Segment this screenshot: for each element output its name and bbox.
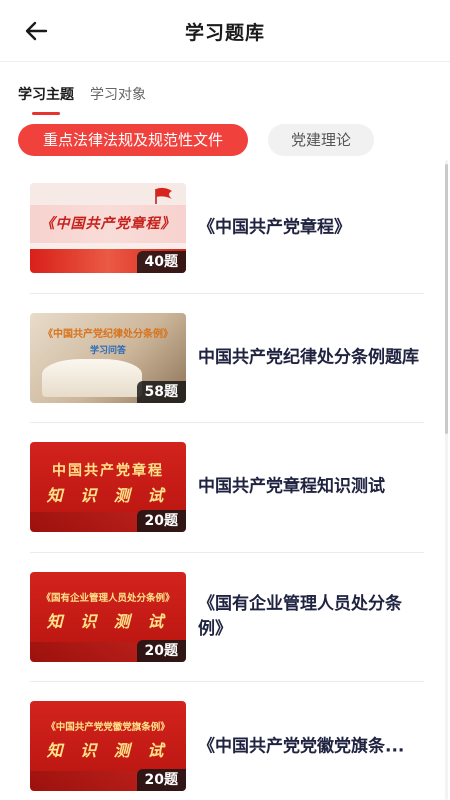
item-thumbnail: 《中国共产党党徽党旗条例》 知 识 测 试 20题 [30,701,186,791]
item-title: 中国共产党纪律处分条例题库 [198,347,419,368]
question-bank-list: 《中国共产党章程》 40题 《中国共产党章程》 《中国共产党纪律处分条例》 学习… [30,164,424,800]
list-item[interactable]: 《中国共产党章程》 40题 《中国共产党章程》 [30,164,424,294]
page-title: 学习题库 [184,22,265,44]
thumbnail-caption: 《中国共产党章程》 [40,216,176,232]
tab-study-target[interactable]: 学习对象 [90,84,146,104]
question-count-badge: 20题 [136,769,186,791]
tab-study-topic[interactable]: 学习主题 [18,84,74,104]
question-count-badge: 40题 [136,251,186,273]
thumbnail-subcaption: 知 识 测 试 [46,486,170,505]
list-item[interactable]: 《中国共产党纪律处分条例》 学习问答 58题 中国共产党纪律处分条例题库 [30,294,424,423]
item-title: 《中国共产党党徽党旗条... [198,736,405,757]
thumbnail-subcaption: 学习问答 [89,345,126,356]
thumbnail-subcaption: 知 识 测 试 [46,741,170,760]
thumbnail-subcaption: 知 识 测 试 [46,611,170,631]
thumbnail-caption: 《国有企业管理人员处分条例》 [41,592,175,604]
scrollbar[interactable] [445,160,448,800]
thumbnail-caption: 《中国共产党党徽党旗条例》 [46,722,170,733]
item-title: 《中国共产党章程》 [198,217,351,238]
question-count-badge: 20题 [136,510,186,532]
flag-icon [155,187,172,204]
item-title: 中国共产党章程知识测试 [198,476,385,497]
thumbnail-caption: 中国共产党章程 [52,463,164,479]
book-image [42,358,142,397]
item-title: 《国有企业管理人员处分条例》 [198,593,402,639]
thumbnail-caption: 《中国共产党纪律处分条例》 [43,328,173,340]
item-thumbnail: 《国有企业管理人员处分条例》 知 识 测 试 20题 [30,571,186,662]
question-count-badge: 58题 [136,380,186,403]
scrollbar-thumb[interactable] [445,164,448,434]
active-tab-indicator [32,112,60,115]
list-item[interactable]: 《国有企业管理人员处分条例》 知 识 测 试 20题 《国有企业管理人员处分条例… [30,553,424,682]
category-chip-party-theory[interactable]: 党建理论 [268,124,374,156]
list-item[interactable]: 《中国共产党党徽党旗条例》 知 识 测 试 20题 《中国共产党党徽党旗条... [30,682,424,800]
app-header: 学习题库 [0,0,450,62]
question-count-badge: 20题 [136,639,186,662]
list-item[interactable]: 中国共产党章程 知 识 测 试 20题 中国共产党章程知识测试 [30,423,424,553]
category-chip-laws[interactable]: 重点法律法规及规范性文件 [18,124,248,156]
item-thumbnail: 《中国共产党章程》 40题 [30,183,186,273]
item-thumbnail: 《中国共产党纪律处分条例》 学习问答 58题 [30,312,186,403]
item-thumbnail: 中国共产党章程 知 识 测 试 20题 [30,442,186,532]
